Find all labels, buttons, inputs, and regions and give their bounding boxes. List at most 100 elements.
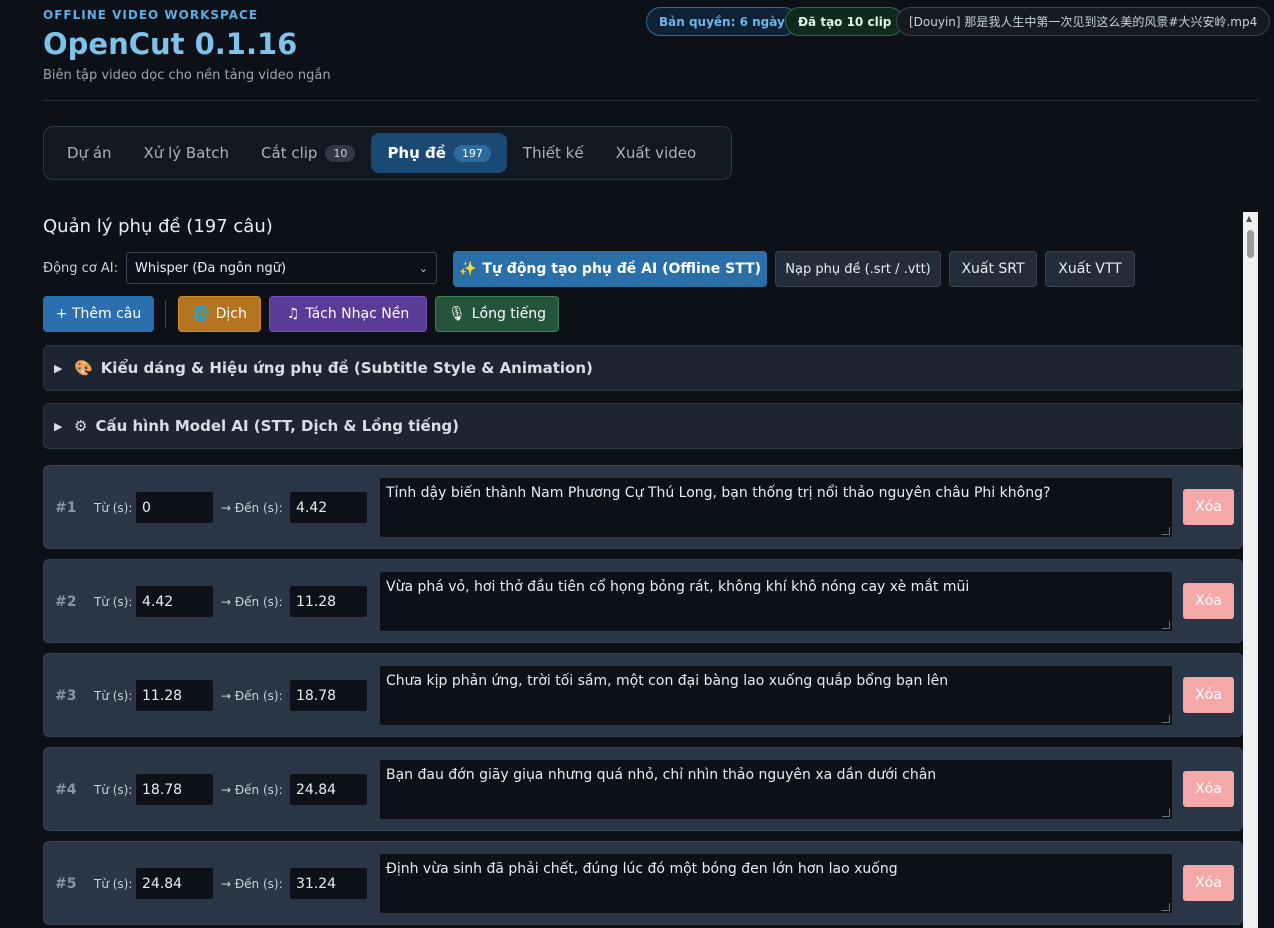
clips-created-badge: Đã tạo 10 clip <box>785 7 905 36</box>
app-subtitle: Biên tập video dọc cho nền tảng video ng… <box>43 68 331 83</box>
button-label: Tách Nhạc Nền <box>305 306 410 322</box>
music-note-icon: ♫ <box>286 306 300 322</box>
sparkles-icon: ✨ <box>458 261 477 277</box>
tab-count-badge: 197 <box>453 144 491 162</box>
tab-label: Xử lý Batch <box>143 144 230 162</box>
resize-handle[interactable] <box>1162 527 1170 535</box>
subtitle-row: #3 Từ (s): 11.28 → Đến (s): 18.78 Chưa k… <box>43 653 1243 737</box>
dubbing-button[interactable]: 🎙 Lồng tiếng <box>435 296 559 332</box>
from-label: Từ (s): <box>94 595 133 609</box>
app-header: OFFLINE VIDEO WORKSPACE OpenCut 0.1.16 B… <box>43 0 1271 101</box>
triangle-right-icon: ▶ <box>54 419 63 433</box>
scroll-up-arrow-icon[interactable]: ▲ <box>1246 214 1252 223</box>
start-time-input[interactable]: 24.84 <box>135 867 214 900</box>
ai-engine-select[interactable]: Whisper (Đa ngôn ngữ) ⌄ <box>126 252 437 284</box>
subtitle-text: Tỉnh dậy biến thành Nam Phương Cự Thú Lo… <box>386 485 1051 501</box>
export-vtt-button[interactable]: Xuất VTT <box>1045 251 1135 287</box>
subtitle-text: Chưa kịp phản ứng, trời tối sầm, một con… <box>386 673 949 689</box>
subtitle-text: Vừa phá vỏ, hơi thở đầu tiên cổ họng bỏn… <box>386 579 970 595</box>
current-file-badge[interactable]: [Douyin] 那是我人生中第一次见到这么美的风景#大兴安岭.mp4 <box>896 7 1271 36</box>
panel-title: Kiểu dáng & Hiệu ứng phụ đề (Subtitle St… <box>100 359 593 377</box>
end-time-input[interactable]: 24.84 <box>289 773 368 806</box>
end-time-input[interactable]: 11.28 <box>289 585 368 618</box>
resize-handle[interactable] <box>1162 903 1170 911</box>
tab-clips[interactable]: Cắt clip 10 <box>245 133 371 173</box>
license-badge: Bản quyền: 6 ngày <box>646 7 798 36</box>
start-time-input[interactable]: 4.42 <box>135 585 214 618</box>
chevron-down-icon: ⌄ <box>418 261 428 275</box>
delete-button[interactable]: Xóa <box>1183 583 1234 619</box>
globe-icon: 🌐 <box>192 306 210 322</box>
delete-button[interactable]: Xóa <box>1183 771 1234 807</box>
tab-label: Thiết kế <box>522 144 584 162</box>
end-time-input[interactable]: 4.42 <box>289 491 368 524</box>
subtitle-text: Bạn đau đớn giãy giụa nhưng quá nhỏ, chỉ… <box>386 767 937 783</box>
tab-label: Xuất video <box>615 144 697 162</box>
subtitle-row: #1 Từ (s): 0 → Đến (s): 4.42 Tỉnh dậy bi… <box>43 465 1243 549</box>
delete-button[interactable]: Xóa <box>1183 865 1234 901</box>
from-label: Từ (s): <box>94 689 133 703</box>
panel-title: Cấu hình Model AI (STT, Dịch & Lồng tiến… <box>95 417 459 435</box>
button-label: Tự động tạo phụ đề AI (Offline STT) <box>482 261 762 277</box>
to-label: → Đến (s): <box>221 595 283 609</box>
scrollbar-thumb[interactable] <box>1247 230 1254 258</box>
button-label: Dịch <box>215 306 247 322</box>
subtitle-row: #2 Từ (s): 4.42 → Đến (s): 11.28 Vừa phá… <box>43 559 1243 643</box>
to-label: → Đến (s): <box>221 501 283 515</box>
subtitle-row: #5 Từ (s): 24.84 → Đến (s): 31.24 Định v… <box>43 841 1243 925</box>
to-label: → Đến (s): <box>221 783 283 797</box>
resize-handle[interactable] <box>1162 621 1170 629</box>
tab-design[interactable]: Thiết kế <box>507 133 600 173</box>
subtitle-index: #3 <box>55 688 77 704</box>
subtitle-index: #4 <box>55 782 77 798</box>
tab-subtitles[interactable]: Phụ đề 197 <box>371 133 507 173</box>
gear-icon: ⚙ <box>74 417 88 435</box>
button-label: Lồng tiếng <box>471 306 547 322</box>
start-time-input[interactable]: 0 <box>135 491 214 524</box>
load-subtitles-button[interactable]: Nạp phụ đề (.srt / .vtt) <box>775 251 941 287</box>
subtitle-row: #4 Từ (s): 18.78 → Đến (s): 24.84 Bạn đa… <box>43 747 1243 831</box>
subtitle-index: #5 <box>55 876 77 892</box>
from-label: Từ (s): <box>94 783 133 797</box>
tab-label: Phụ đề <box>387 144 446 162</box>
microphone-icon: 🎙 <box>447 306 466 322</box>
palette-icon: 🎨 <box>74 359 93 377</box>
delete-button[interactable]: Xóa <box>1183 677 1234 713</box>
tab-export[interactable]: Xuất video <box>600 133 713 173</box>
subtitle-text-area[interactable]: Tỉnh dậy biến thành Nam Phương Cự Thú Lo… <box>379 477 1173 538</box>
workspace-eyebrow: OFFLINE VIDEO WORKSPACE <box>43 8 259 22</box>
resize-handle[interactable] <box>1162 809 1170 817</box>
add-subtitle-button[interactable]: + Thêm câu <box>43 296 154 332</box>
resize-handle[interactable] <box>1162 715 1170 723</box>
subtitle-text-area[interactable]: Chưa kịp phản ứng, trời tối sầm, một con… <box>379 665 1173 726</box>
subtitle-text-area[interactable]: Định vừa sinh đã phải chết, đúng lúc đó … <box>379 853 1173 914</box>
tab-label: Dự án <box>67 144 112 162</box>
section-title: Quản lý phụ đề (197 câu) <box>43 216 273 237</box>
subtitle-text-area[interactable]: Vừa phá vỏ, hơi thở đầu tiên cổ họng bỏn… <box>379 571 1173 632</box>
end-time-input[interactable]: 31.24 <box>289 867 368 900</box>
export-srt-button[interactable]: Xuất SRT <box>949 251 1037 287</box>
subtitle-style-panel-toggle[interactable]: ▶ 🎨 Kiểu dáng & Hiệu ứng phụ đề (Subtitl… <box>43 345 1243 391</box>
delete-button[interactable]: Xóa <box>1183 489 1234 525</box>
ai-engine-value: Whisper (Đa ngôn ngữ) <box>135 260 287 276</box>
app-title: OpenCut 0.1.16 <box>43 27 298 61</box>
vertical-scrollbar[interactable]: ▲ <box>1243 212 1258 928</box>
subtitle-text: Định vừa sinh đã phải chết, đúng lúc đó … <box>386 861 898 877</box>
ai-model-config-panel-toggle[interactable]: ▶ ⚙ Cấu hình Model AI (STT, Dịch & Lồng … <box>43 403 1243 449</box>
auto-generate-subtitles-button[interactable]: ✨ Tự động tạo phụ đề AI (Offline STT) <box>453 251 767 287</box>
subtitle-index: #2 <box>55 594 77 610</box>
subtitle-index: #1 <box>55 500 77 516</box>
from-label: Từ (s): <box>94 877 133 891</box>
main-tabs: Dự án Xử lý Batch Cắt clip 10 Phụ đề 197 T… <box>43 126 732 180</box>
start-time-input[interactable]: 18.78 <box>135 773 214 806</box>
end-time-input[interactable]: 18.78 <box>289 679 368 712</box>
translate-button[interactable]: 🌐 Dịch <box>178 296 261 332</box>
tab-batch[interactable]: Xử lý Batch <box>128 133 245 173</box>
to-label: → Đến (s): <box>221 877 283 891</box>
start-time-input[interactable]: 11.28 <box>135 679 214 712</box>
subtitle-text-area[interactable]: Bạn đau đớn giãy giụa nhưng quá nhỏ, chỉ… <box>379 759 1173 820</box>
app-root: OFFLINE VIDEO WORKSPACE OpenCut 0.1.16 B… <box>0 0 1274 928</box>
toolbar-divider <box>165 300 166 328</box>
tab-projects[interactable]: Dự án <box>51 133 128 173</box>
separate-music-button[interactable]: ♫ Tách Nhạc Nền <box>269 296 427 332</box>
